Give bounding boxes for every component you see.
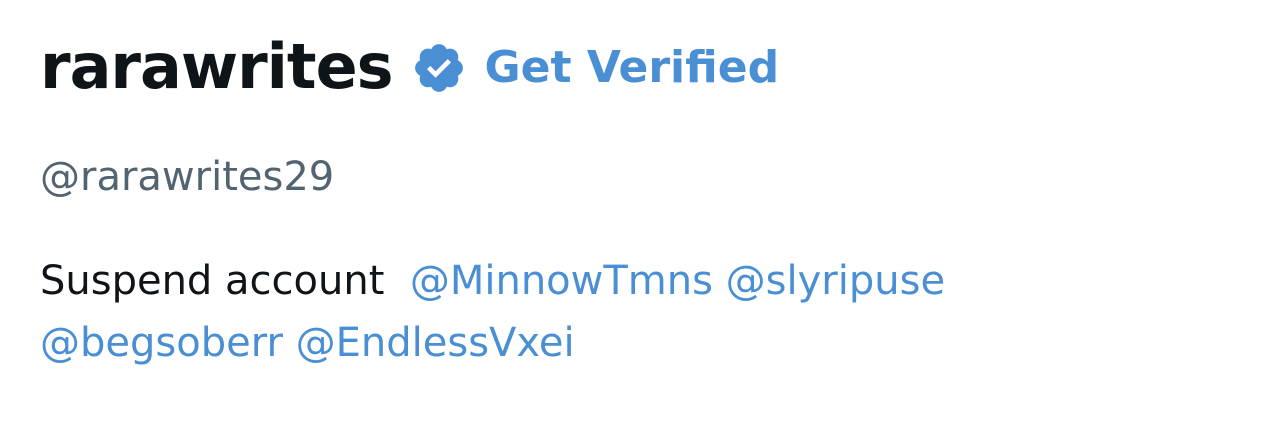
display-name: rarawrites xyxy=(40,29,394,103)
bio: Suspend account @MinnowTmns @slyripuse @… xyxy=(40,250,1240,374)
mention-link[interactable]: @slyripuse xyxy=(726,258,945,304)
bio-line-2: @begsoberr @EndlessVxei xyxy=(40,312,1240,374)
user-handle: @rarawrites29 xyxy=(40,154,335,200)
mention-link[interactable]: @MinnowTmns xyxy=(410,258,713,304)
mention-link[interactable]: @begsoberr xyxy=(40,320,283,366)
bio-text: Suspend account xyxy=(40,258,385,304)
bio-line-1: Suspend account @MinnowTmns @slyripuse xyxy=(40,250,1240,312)
name-row: rarawrites Get Verified xyxy=(40,26,779,106)
verified-badge-icon xyxy=(411,40,467,96)
mention-link[interactable]: @EndlessVxei xyxy=(296,320,575,366)
get-verified-button[interactable]: Get Verified xyxy=(485,42,780,93)
